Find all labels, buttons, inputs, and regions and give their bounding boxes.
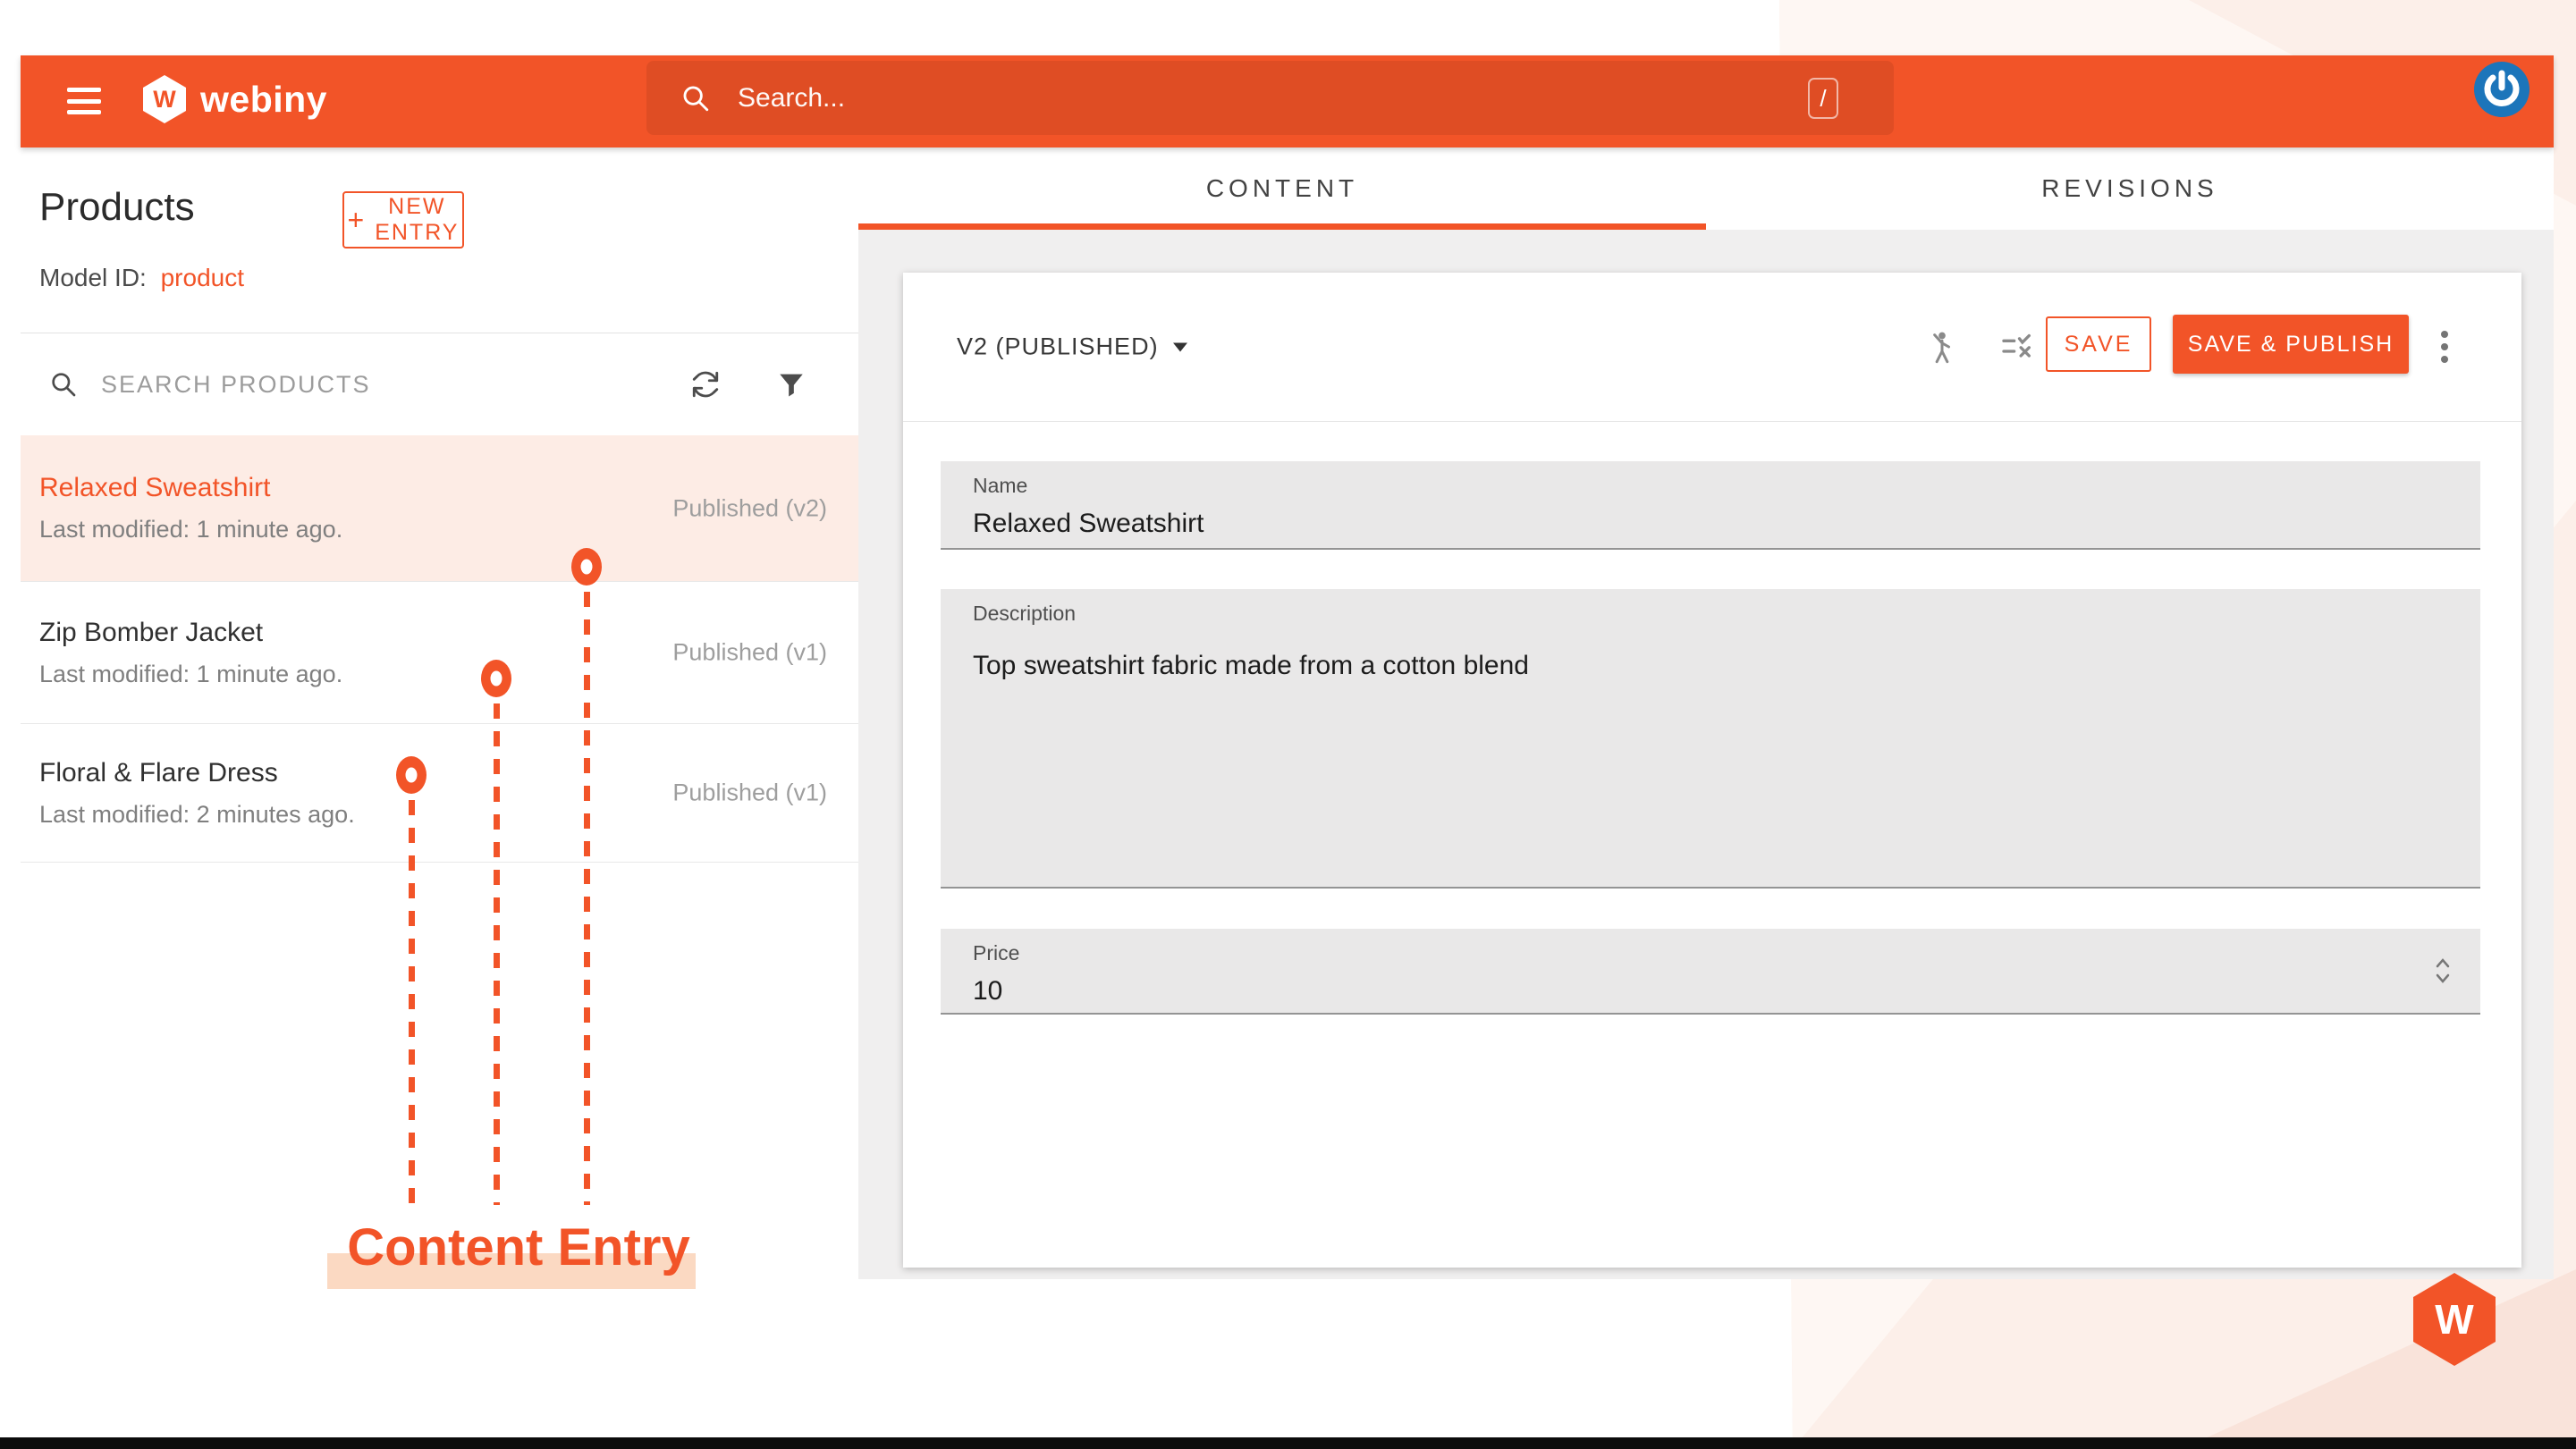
tab-revisions[interactable]: REVISIONS bbox=[1706, 147, 2554, 230]
user-avatar-button[interactable] bbox=[2473, 61, 2530, 118]
list-item-relaxed-sweatshirt[interactable]: Relaxed Sweatshirt Last modified: 1 minu… bbox=[21, 435, 858, 582]
brand-name: webiny bbox=[200, 79, 327, 121]
field-value: Top sweatshirt fabric made from a cotton… bbox=[973, 651, 2480, 681]
logo-letter: W bbox=[153, 86, 175, 114]
name-field[interactable]: Name Relaxed Sweatshirt bbox=[941, 461, 2480, 550]
form-header: V2 (PUBLISHED) SAVE SAVE & PU bbox=[903, 273, 2521, 422]
price-field[interactable]: Price 10 bbox=[941, 929, 2480, 1015]
screen-bottom-bar bbox=[0, 1437, 2576, 1449]
version-dropdown[interactable]: V2 (PUBLISHED) bbox=[957, 333, 1187, 361]
annotation-marker bbox=[481, 660, 511, 697]
number-stepper[interactable] bbox=[2432, 956, 2454, 986]
refresh-icon[interactable] bbox=[690, 369, 721, 400]
new-entry-button[interactable]: + NEW ENTRY bbox=[342, 191, 464, 249]
annotation-label: Content Entry bbox=[295, 1217, 742, 1277]
search-icon bbox=[680, 83, 711, 114]
checklist-icon[interactable] bbox=[1999, 329, 2035, 365]
status-badge: Published (v2) bbox=[672, 494, 827, 522]
sidebar-search-bar: SEARCH PRODUCTS bbox=[21, 333, 858, 435]
field-label: Description bbox=[973, 602, 2480, 626]
status-badge: Published (v1) bbox=[672, 779, 827, 807]
logo-letter: W bbox=[2435, 1295, 2473, 1344]
annotation-dotted-line bbox=[409, 800, 415, 1205]
page: W webiny Search... / Products + NEW ENTR… bbox=[0, 0, 2576, 1449]
webiny-logo: W webiny bbox=[143, 75, 327, 123]
model-id-value: product bbox=[161, 264, 244, 291]
chevron-down-icon bbox=[1173, 342, 1187, 351]
annotation-marker bbox=[396, 756, 427, 794]
hamburger-menu-icon[interactable] bbox=[67, 85, 103, 117]
app-header: W webiny Search... / bbox=[21, 55, 2554, 147]
annotation-dotted-line bbox=[494, 703, 500, 1205]
annotation-marker bbox=[571, 548, 602, 585]
field-label: Price bbox=[973, 941, 2480, 965]
product-list: Relaxed Sweatshirt Last modified: 1 minu… bbox=[21, 435, 858, 863]
tab-content[interactable]: CONTENT bbox=[858, 147, 1706, 230]
power-icon bbox=[2473, 61, 2530, 118]
field-value: Relaxed Sweatshirt bbox=[973, 509, 2480, 539]
kebab-menu-icon[interactable] bbox=[2436, 325, 2454, 368]
entry-form-card: V2 (PUBLISHED) SAVE SAVE & PU bbox=[903, 273, 2521, 1268]
annotation-dotted-line bbox=[584, 592, 590, 1205]
main-content-area: V2 (PUBLISHED) SAVE SAVE & PU bbox=[858, 230, 2554, 1279]
save-publish-button[interactable]: SAVE & PUBLISH bbox=[2173, 315, 2409, 374]
search-products-input[interactable]: SEARCH PRODUCTS bbox=[101, 371, 371, 399]
filter-icon[interactable] bbox=[776, 369, 807, 400]
plus-icon: + bbox=[348, 206, 365, 234]
slash-shortcut-badge: / bbox=[1808, 78, 1838, 119]
search-icon bbox=[49, 370, 78, 399]
person-icon[interactable] bbox=[1924, 329, 1960, 365]
field-value: 10 bbox=[973, 976, 2480, 1007]
list-item-zip-bomber-jacket[interactable]: Zip Bomber Jacket Last modified: 1 minut… bbox=[21, 582, 858, 724]
field-label: Name bbox=[973, 474, 2480, 498]
model-id-label: Model ID: bbox=[39, 264, 147, 291]
save-button[interactable]: SAVE bbox=[2046, 316, 2151, 372]
status-badge: Published (v1) bbox=[672, 639, 827, 667]
webiny-hexagon-icon: W bbox=[143, 75, 186, 123]
page-title: Products bbox=[39, 185, 195, 230]
global-search-input[interactable]: Search... / bbox=[646, 61, 1894, 135]
search-placeholder: Search... bbox=[738, 83, 845, 114]
model-id: Model ID: product bbox=[39, 264, 244, 292]
list-item-floral-flare-dress[interactable]: Floral & Flare Dress Last modified: 2 mi… bbox=[21, 724, 858, 863]
content-tabbar: CONTENT REVISIONS bbox=[858, 147, 2554, 230]
description-field[interactable]: Description Top sweatshirt fabric made f… bbox=[941, 589, 2480, 889]
